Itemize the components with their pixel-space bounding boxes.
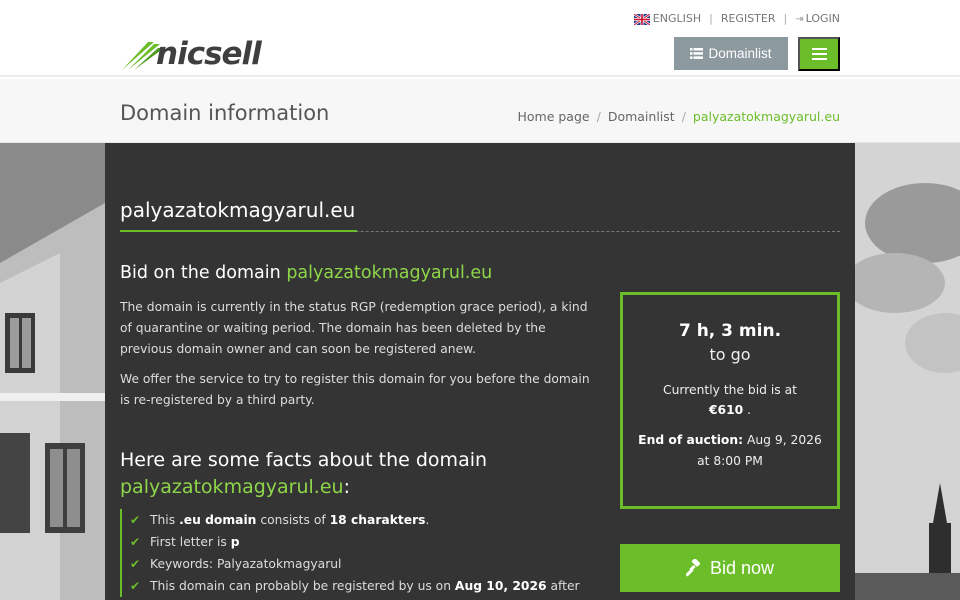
check-icon: ✔ [130, 579, 141, 593]
fact-text: This domain can probably be registered b… [150, 579, 580, 593]
sky-tower-right-image [855, 143, 960, 600]
hamburger-icon [811, 45, 827, 63]
uk-flag-icon [633, 13, 650, 25]
facts-title-colon: : [343, 476, 350, 498]
check-icon: ✔ [130, 557, 141, 571]
bid-title-prefix: Bid on the domain [120, 263, 281, 283]
link-separator: | [709, 12, 713, 25]
breadcrumb-domainlist[interactable]: Domainlist [608, 109, 675, 124]
domainlist-label: Domainlist [708, 46, 772, 61]
breadcrumb-home[interactable]: Home page [517, 109, 589, 124]
list-item: ✔ This domain can probably be registered… [130, 575, 590, 597]
fact-text: First letter is p [150, 535, 240, 549]
bid-title-domain: palyazatokmagyarul.eu [286, 263, 493, 283]
auction-box: 7 h, 3 min. to go Currently the bid is a… [620, 292, 840, 509]
breadcrumb-separator: / [681, 109, 686, 124]
list-item: ✔ Keywords: Palyazatokmagyarul [130, 553, 590, 575]
top-header: nicsell ENGLISH | REGISTER | ⇥ LOGIN Doma… [0, 0, 960, 77]
current-bid-label: Currently the bid is at [663, 383, 797, 397]
top-links: ENGLISH | REGISTER | ⇥ LOGIN [633, 12, 840, 25]
auction-end: End of auction: Aug 9, 2026 at 8:00 PM [623, 430, 837, 472]
fact-text: This .eu domain consists of 18 charakter… [150, 513, 430, 527]
language-label: ENGLISH [652, 12, 702, 25]
domain-info-panel: palyazatokmagyarul.eu Bid on the domain … [105, 143, 855, 600]
domain-heading: palyazatokmagyarul.eu [120, 198, 356, 222]
facts-title-prefix: Here are some facts about the domain [120, 449, 488, 471]
register-link[interactable]: REGISTER [721, 12, 776, 25]
breadcrumb-separator: / [596, 109, 601, 124]
breadcrumb: Home page / Domainlist / palyazatokmagya… [517, 109, 840, 124]
bid-now-button[interactable]: Bid now [620, 544, 840, 592]
heading-accent-bar [120, 230, 357, 232]
countdown-timer: 7 h, 3 min. [678, 321, 782, 341]
sign-in-icon: ⇥ [795, 14, 804, 25]
link-separator: | [783, 12, 788, 25]
language-selector[interactable]: ENGLISH [633, 12, 702, 25]
list-item: ✔ First letter is p [130, 531, 590, 553]
check-icon: ✔ [130, 535, 141, 549]
current-bid: Currently the bid is at €610 . [663, 383, 797, 417]
current-bid-value: €610 [708, 403, 744, 417]
domainlist-button[interactable]: Domainlist [674, 37, 788, 70]
bid-title: Bid on the domain palyazatokmagyarul.eu [120, 263, 492, 283]
status-description: The domain is currently in the status RG… [120, 300, 588, 356]
service-description: We offer the service to try to register … [120, 372, 590, 407]
fact-text: Keywords: Palyazatokmagyarul [150, 557, 342, 571]
auction-end-label: End of auction: [638, 433, 744, 447]
facts-title: Here are some facts about the domain pal… [120, 447, 590, 501]
list-icon [690, 48, 704, 59]
nicsell-logo[interactable]: nicsell [120, 36, 262, 72]
page-title: Domain information [120, 101, 330, 125]
gavel-icon [685, 559, 701, 577]
login-label: LOGIN [805, 12, 840, 25]
login-link[interactable]: ⇥ LOGIN [795, 12, 840, 25]
logo-text: nicsell [156, 36, 262, 72]
menu-toggle-button[interactable] [798, 37, 840, 71]
check-icon: ✔ [130, 513, 141, 527]
bid-now-label: Bid now [709, 557, 775, 578]
facts-title-domain: palyazatokmagyarul.eu [120, 476, 344, 498]
list-item: ✔ This .eu domain consists of 18 charakt… [130, 509, 590, 531]
building-left-image [0, 143, 105, 600]
breadcrumb-current: palyazatokmagyarul.eu [692, 109, 840, 124]
title-bar: Domain information Home page / Domainlis… [0, 79, 960, 143]
facts-list: ✔ This .eu domain consists of 18 charakt… [120, 509, 590, 597]
countdown-suffix: to go [709, 345, 751, 364]
